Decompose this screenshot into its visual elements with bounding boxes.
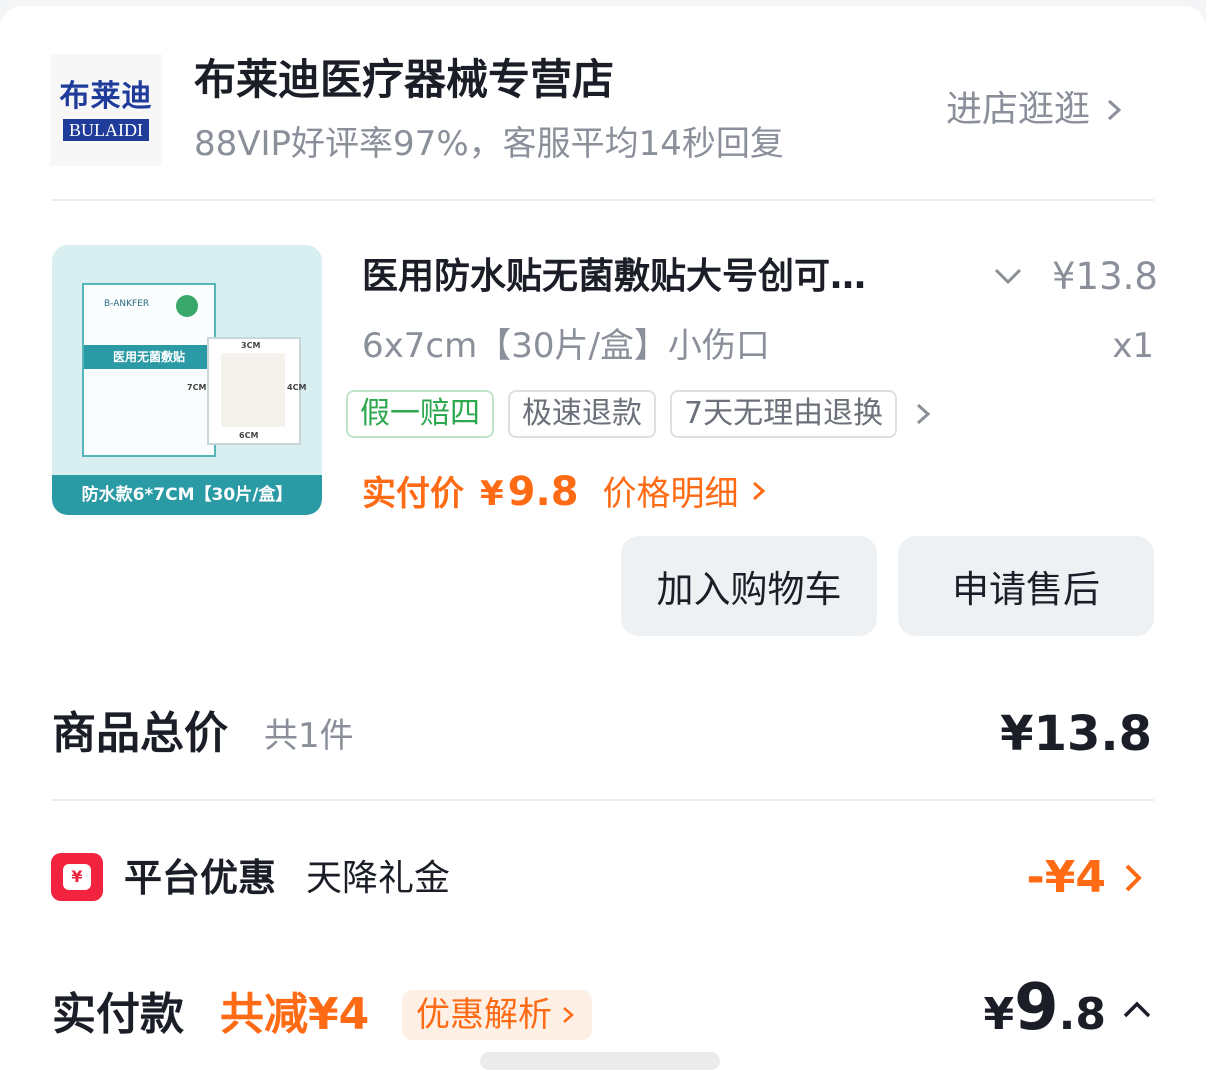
discount-analysis-label: 优惠解析 (416, 995, 552, 1035)
price-detail-link[interactable]: 价格明细 (603, 466, 771, 515)
dim-side-label: 4CM (287, 383, 307, 392)
store-logo-text: 布莱迪 (59, 79, 153, 114)
price-detail-label: 价格明细 (602, 474, 739, 514)
actual-payment-currency: ¥ (983, 989, 1015, 1040)
paid-price-label: 实付价 (362, 474, 464, 514)
red-packet-icon: ¥ (51, 853, 103, 901)
goods-total-value: ¥13.8 (1000, 706, 1152, 762)
tag-7day-return: 7天无理由退换 (670, 390, 898, 438)
goods-total-count: 共1件 (264, 716, 354, 756)
divider (52, 199, 1154, 201)
paid-price-value: 9.8 (507, 469, 579, 515)
actual-payment-label: 实付款 (52, 989, 184, 1040)
product-image-footer: 防水款6*7CM【30片/盒】 (52, 475, 322, 515)
chevron-right-icon (1108, 99, 1122, 121)
patch-pad (221, 353, 285, 427)
platform-discount-type: 天降礼金 (306, 858, 451, 899)
patch-illustration: 3CM 4CM 7CM 6CM (187, 337, 306, 445)
red-packet-glyph: ¥ (63, 864, 91, 890)
product-quantity: x1 (1112, 326, 1154, 366)
tag-fake-compensation: 假一赔四 (346, 390, 494, 438)
enter-store-label: 进店逛逛 (946, 89, 1091, 130)
chevron-up-icon[interactable] (1120, 996, 1154, 1022)
platform-discount-value[interactable]: -¥4 (1000, 850, 1107, 906)
platform-discount-label: 平台优惠 (124, 856, 277, 900)
actual-payment-decimal: .8 (1058, 989, 1106, 1040)
goods-total-label: 商品总价 (52, 708, 228, 759)
divider (52, 799, 1154, 801)
enter-store-link[interactable]: 进店逛逛 (946, 88, 1128, 132)
chevron-down-icon[interactable] (990, 256, 1026, 296)
actual-payment-integer: 9 (1014, 971, 1059, 1045)
chevron-right-icon[interactable] (1118, 858, 1148, 898)
store-logo-english: BULAIDI (63, 119, 149, 141)
box-band-text: 医用无菌敷贴 (84, 345, 214, 369)
chevron-right-icon (752, 481, 765, 500)
add-to-cart-button[interactable]: 加入购物车 (621, 536, 877, 636)
dim-top-label: 3CM (241, 341, 261, 350)
after-sale-button[interactable]: 申请售后 (898, 536, 1154, 636)
actual-payment-value: ¥9.8 (980, 971, 1107, 1060)
discount-analysis-button[interactable]: 优惠解析 (402, 990, 592, 1040)
dim-bottom-label: 6CM (239, 431, 259, 440)
chevron-right-icon (563, 1007, 574, 1023)
tag-fast-refund: 极速退款 (508, 390, 656, 438)
product-spec: 6x7cm【30片/盒】小伤口 (362, 326, 770, 366)
product-image[interactable]: B-ANKFER 医用无菌敷贴 3CM 4CM 7CM 6CM 防水款6*7CM… (52, 245, 322, 515)
store-logo[interactable]: 布莱迪 BULAIDI (50, 54, 162, 166)
product-price: ¥13.8 (1052, 255, 1158, 298)
chevron-right-icon (917, 403, 931, 425)
total-reduction: 共减¥4 (220, 989, 370, 1040)
product-title[interactable]: 医用防水贴无菌敷贴大号创可… (362, 254, 952, 300)
paid-price-currency: ¥ (480, 474, 504, 514)
watermark-graphic (480, 1052, 720, 1070)
product-box-illustration: B-ANKFER 医用无菌敷贴 (82, 283, 216, 457)
box-brand-text: B-ANKFER (104, 299, 150, 309)
service-tags[interactable]: 假一赔四 极速退款 7天无理由退换 (346, 390, 935, 438)
order-card: 布莱迪 BULAIDI 布莱迪医疗器械专营店 88VIP好评率97%，客服平均1… (0, 6, 1206, 1079)
store-name[interactable]: 布莱迪医疗器械专营店 (194, 54, 614, 106)
paid-price-line: 实付价 ¥ 9.8 价格明细 (362, 466, 771, 515)
dim-left-label: 7CM (187, 383, 207, 392)
box-badge-icon (176, 295, 198, 317)
store-subtitle: 88VIP好评率97%，客服平均14秒回复 (194, 124, 784, 164)
